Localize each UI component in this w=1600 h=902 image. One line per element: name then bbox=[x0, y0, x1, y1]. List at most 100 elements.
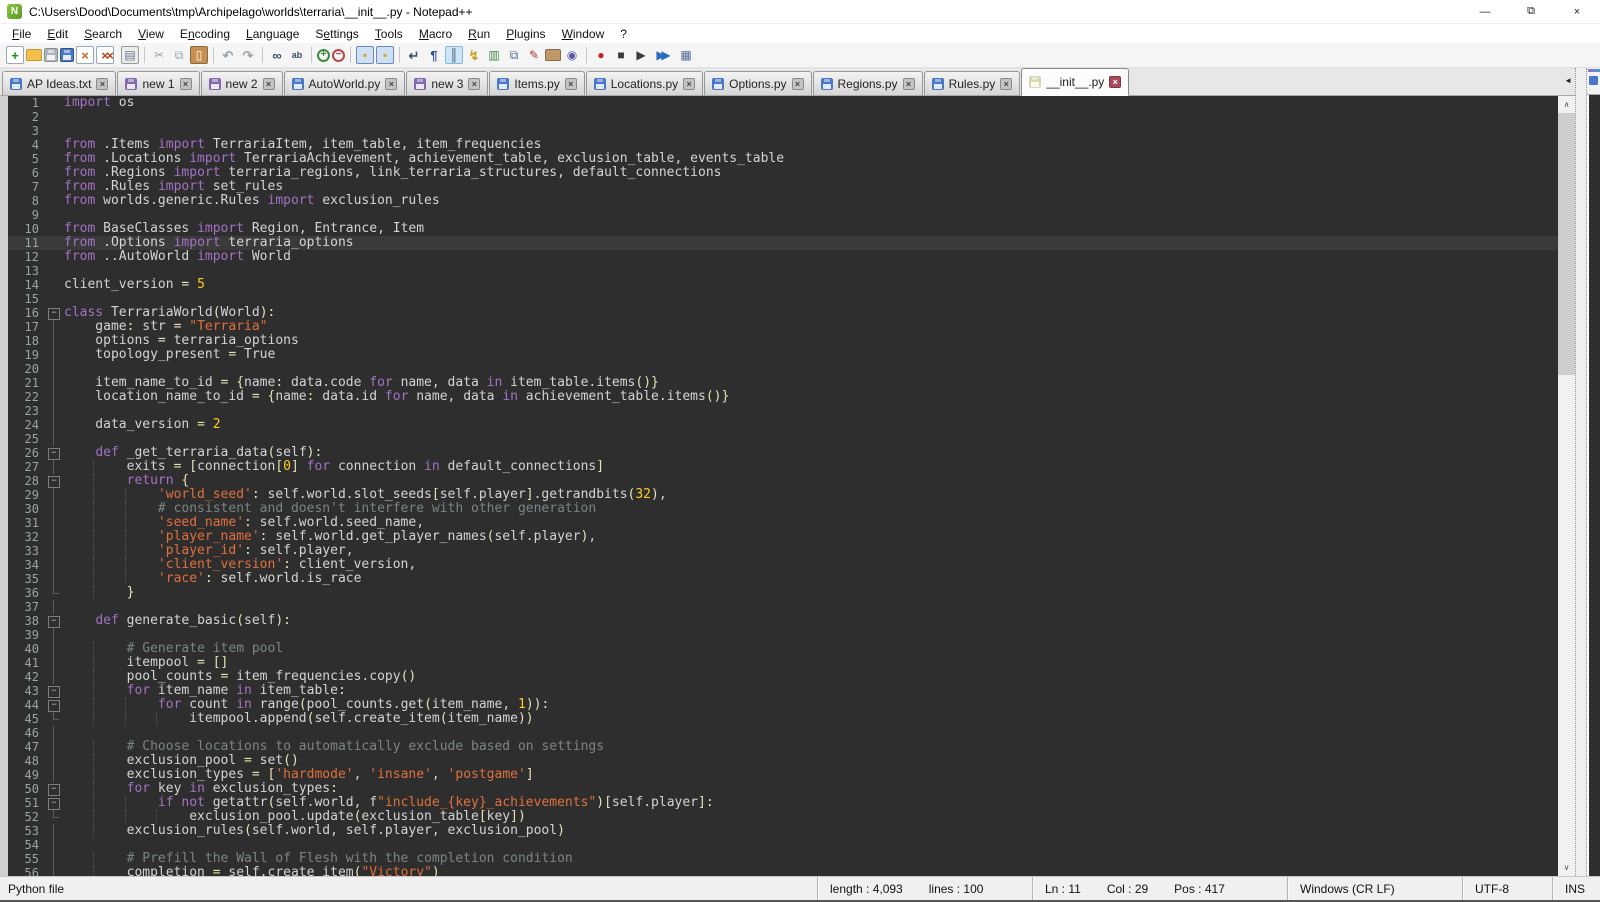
code-line[interactable]: 46 bbox=[8, 726, 1558, 740]
code-line[interactable]: 10from BaseClasses import Region, Entran… bbox=[8, 222, 1558, 236]
menu-item-run[interactable]: Run bbox=[460, 26, 498, 42]
save-icon[interactable] bbox=[44, 48, 58, 62]
code-line[interactable]: 6from .Regions import terraria_regions, … bbox=[8, 166, 1558, 180]
code-line[interactable]: 25 bbox=[8, 432, 1558, 446]
scrollbar-track[interactable] bbox=[1558, 113, 1575, 859]
code-line[interactable]: 2 bbox=[8, 110, 1558, 124]
fold-collapse-icon[interactable] bbox=[46, 474, 62, 488]
close-doc-icon[interactable]: × bbox=[76, 46, 94, 64]
doc-map-icon[interactable]: ▥ bbox=[485, 46, 503, 64]
tab--init-py[interactable]: __init__.py× bbox=[1021, 68, 1129, 96]
tab-close-icon[interactable]: × bbox=[1109, 76, 1121, 88]
find-icon[interactable]: ∞ bbox=[268, 46, 286, 64]
code-line[interactable]: 45 itempool.append(self.create_item(item… bbox=[8, 712, 1558, 726]
tab-close-icon[interactable]: × bbox=[180, 78, 192, 90]
code-line[interactable]: 14client_version = 5 bbox=[8, 278, 1558, 292]
menu-item-window[interactable]: Window bbox=[554, 26, 613, 42]
play-macro-icon[interactable]: ▶ bbox=[632, 46, 650, 64]
new-file-icon[interactable]: + bbox=[6, 46, 24, 64]
code-line[interactable]: 35 'race': self.world.is_race bbox=[8, 572, 1558, 586]
fold-collapse-icon[interactable] bbox=[46, 796, 62, 810]
scrollbar-thumb[interactable] bbox=[1558, 113, 1575, 375]
code-line[interactable]: 8from worlds.generic.Rules import exclus… bbox=[8, 194, 1558, 208]
zoom-in-icon[interactable]: + bbox=[317, 49, 330, 62]
code-line[interactable]: 4from .Items import TerrariaItem, item_t… bbox=[8, 138, 1558, 152]
tab-regions-py[interactable]: Regions.py× bbox=[813, 71, 923, 95]
tab-new-3[interactable]: new 3× bbox=[406, 71, 488, 95]
editor[interactable]: 1import os234from .Items import Terraria… bbox=[0, 96, 1575, 876]
menu-item-search[interactable]: Search bbox=[76, 26, 130, 42]
tab-ap-ideas-txt[interactable]: AP Ideas.txt× bbox=[2, 71, 116, 95]
code-line[interactable]: 47 # Choose locations to automatically e… bbox=[8, 740, 1558, 754]
menu-item-[interactable]: ? bbox=[612, 26, 635, 42]
code-line[interactable]: 37 bbox=[8, 600, 1558, 614]
save-macro-icon[interactable]: ▦ bbox=[677, 46, 695, 64]
close-button[interactable]: × bbox=[1554, 0, 1600, 24]
code-line[interactable]: 1import os bbox=[8, 96, 1558, 110]
status-insert-mode[interactable]: INS bbox=[1552, 877, 1600, 900]
tab-close-icon[interactable]: × bbox=[263, 78, 275, 90]
code-line[interactable]: 5from .Locations import TerrariaAchievem… bbox=[8, 152, 1558, 166]
code-line[interactable]: 48 exclusion_pool = set() bbox=[8, 754, 1558, 768]
code-line[interactable]: 40 # Generate item pool bbox=[8, 642, 1558, 656]
tab-close-icon[interactable]: × bbox=[683, 78, 695, 90]
code-line[interactable]: 36 } bbox=[8, 586, 1558, 600]
menu-item-encoding[interactable]: Encoding bbox=[172, 26, 238, 42]
redo-icon[interactable]: ↷ bbox=[239, 46, 257, 64]
replace-icon[interactable]: ab bbox=[288, 46, 306, 64]
code-line[interactable]: 33 'player_id': self.player, bbox=[8, 544, 1558, 558]
code-line[interactable]: 38 def generate_basic(self): bbox=[8, 614, 1558, 628]
code-line[interactable]: 41 itempool = [] bbox=[8, 656, 1558, 670]
code-line[interactable]: 20 bbox=[8, 362, 1558, 376]
vertical-scrollbar[interactable]: ∧ ∨ bbox=[1558, 96, 1575, 876]
word-wrap-icon[interactable]: ↵ bbox=[405, 46, 423, 64]
indent-guide-icon[interactable]: ║ bbox=[445, 46, 463, 64]
code-line[interactable]: 24 data_version = 2 bbox=[8, 418, 1558, 432]
sync-horizontal-icon[interactable]: ▪ bbox=[376, 46, 394, 64]
define-language-icon[interactable]: ↯ bbox=[465, 46, 483, 64]
code-line[interactable]: 31 'seed_name': self.world.seed_name, bbox=[8, 516, 1558, 530]
tab-new-2[interactable]: new 2× bbox=[201, 71, 283, 95]
record-macro-icon[interactable]: ● bbox=[592, 46, 610, 64]
save-all-icon[interactable] bbox=[60, 48, 74, 62]
edit-pen-icon[interactable]: ✎ bbox=[525, 46, 543, 64]
tab-close-icon[interactable]: × bbox=[385, 78, 397, 90]
code-line[interactable]: 21 item_name_to_id = {name: data.code fo… bbox=[8, 376, 1558, 390]
tab-close-icon[interactable]: × bbox=[96, 78, 108, 90]
tab-close-icon[interactable]: × bbox=[792, 78, 804, 90]
menu-item-plugins[interactable]: Plugins bbox=[498, 26, 553, 42]
code-line[interactable]: 42 pool_counts = item_frequencies.copy() bbox=[8, 670, 1558, 684]
minimize-button[interactable]: — bbox=[1462, 0, 1508, 24]
menu-item-settings[interactable]: Settings bbox=[307, 26, 366, 42]
code-line[interactable]: 3 bbox=[8, 124, 1558, 138]
code-line[interactable]: 28 return { bbox=[8, 474, 1558, 488]
stop-macro-icon[interactable]: ■ bbox=[612, 46, 630, 64]
secondary-view-editor[interactable] bbox=[1587, 95, 1600, 876]
paste-icon[interactable]: ▯ bbox=[190, 46, 208, 64]
code-line[interactable]: 44 for count in range(pool_counts.get(it… bbox=[8, 698, 1558, 712]
menu-item-view[interactable]: View bbox=[130, 26, 172, 42]
code-line[interactable]: 54 bbox=[8, 838, 1558, 852]
tab-locations-py[interactable]: Locations.py× bbox=[586, 71, 703, 95]
code-line[interactable]: 34 'client_version': client_version, bbox=[8, 558, 1558, 572]
code-line[interactable]: 29 'world_seed': self.world.slot_seeds[s… bbox=[8, 488, 1558, 502]
code-line[interactable]: 7from .Rules import set_rules bbox=[8, 180, 1558, 194]
tab-rules-py[interactable]: Rules.py× bbox=[924, 71, 1021, 95]
code-line[interactable]: 18 options = terraria_options bbox=[8, 334, 1558, 348]
fold-collapse-icon[interactable] bbox=[46, 684, 62, 698]
open-folder-icon[interactable] bbox=[26, 49, 42, 61]
code-line[interactable]: 27 exits = [connection[0] for connection… bbox=[8, 460, 1558, 474]
code-line[interactable]: 50 for key in exclusion_types: bbox=[8, 782, 1558, 796]
tab-close-icon[interactable]: × bbox=[565, 78, 577, 90]
code-line[interactable]: 19 topology_present = True bbox=[8, 348, 1558, 362]
scroll-up-icon[interactable]: ∧ bbox=[1558, 96, 1575, 113]
scroll-down-icon[interactable]: ∨ bbox=[1558, 859, 1575, 876]
tab-new-1[interactable]: new 1× bbox=[117, 71, 199, 95]
tab-close-icon[interactable]: × bbox=[1000, 78, 1012, 90]
code-line[interactable]: 55 # Prefill the Wall of Flesh with the … bbox=[8, 852, 1558, 866]
sync-vertical-icon[interactable]: ▪ bbox=[356, 46, 374, 64]
code-line[interactable]: 16class TerrariaWorld(World): bbox=[8, 306, 1558, 320]
status-eol-format[interactable]: Windows (CR LF) bbox=[1287, 877, 1462, 900]
tab-close-icon[interactable]: × bbox=[903, 78, 915, 90]
code-line[interactable]: 23 bbox=[8, 404, 1558, 418]
